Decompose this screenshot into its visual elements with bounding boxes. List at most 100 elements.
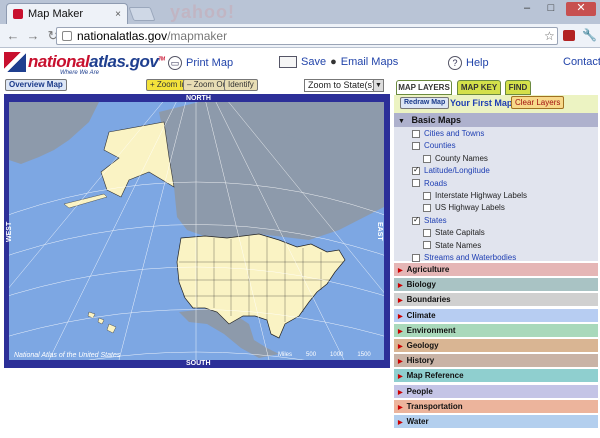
your-first-map-link[interactable]: Your First Map — [450, 98, 512, 108]
category-label: People — [406, 386, 433, 396]
category-people[interactable]: ▶ People — [394, 384, 598, 398]
help-link[interactable]: ? Help — [448, 56, 489, 70]
basic-maps-header[interactable]: ▼ Basic Maps — [394, 113, 598, 127]
redraw-map-button[interactable]: Redraw Map — [400, 97, 450, 109]
url-path: /mapmaker — [167, 29, 228, 43]
layer-label: County Names — [435, 153, 488, 163]
chevron-right-icon: ▶ — [398, 389, 403, 396]
layer-row[interactable]: State Names — [423, 241, 598, 253]
category-label: Geology — [406, 341, 439, 350]
address-bar[interactable]: nationalatlas.gov/mapmaker — [56, 27, 558, 45]
category-label: Map Reference — [406, 371, 464, 381]
layer-label[interactable]: Latitude/Longitude — [424, 166, 490, 175]
category-geology[interactable]: ▶ Geology — [394, 339, 598, 352]
contact-link[interactable]: Contact — [563, 56, 600, 68]
zoom-to-select[interactable]: Zoom to State(s) ▼ — [304, 79, 384, 92]
identify-button[interactable]: Identify — [224, 79, 258, 91]
category-history[interactable]: ▶ History — [394, 354, 598, 368]
layer-label[interactable]: Roads — [424, 179, 447, 188]
layer-label[interactable]: States — [424, 216, 447, 225]
close-window-button[interactable]: ✕ — [566, 2, 596, 16]
layer-checkbox[interactable] — [423, 191, 431, 200]
layer-row[interactable]: Interstate Highway Labels — [423, 191, 598, 203]
layer-label[interactable]: Streams and Waterbodies — [424, 253, 516, 262]
compass-west[interactable]: WEST — [6, 222, 13, 242]
clear-layers-button[interactable]: Clear Layers — [511, 96, 565, 109]
layer-row[interactable]: US Highway Labels — [423, 203, 598, 215]
chevron-right-icon: ▶ — [398, 344, 403, 350]
layer-row[interactable]: Roads — [412, 179, 598, 191]
tab-map-key[interactable]: MAP KEY — [457, 80, 501, 95]
category-climate[interactable]: ▶ Climate — [394, 308, 598, 322]
layer-label[interactable]: Counties — [424, 141, 456, 150]
favicon-icon — [13, 9, 23, 19]
forward-arrow-icon[interactable]: → — [26, 28, 40, 43]
layer-row[interactable]: States — [412, 215, 598, 228]
overview-map-button[interactable]: Overview Map — [5, 79, 67, 91]
layer-row[interactable]: Counties — [412, 141, 598, 153]
layer-label[interactable]: Cities and Towns — [424, 129, 484, 138]
category-label: Agriculture — [406, 265, 450, 274]
chevron-right-icon: ▶ — [398, 283, 403, 290]
maximize-button[interactable]: □ — [542, 2, 560, 16]
map-blank-area — [4, 369, 390, 435]
print-map-link[interactable]: ▭ Print Map — [168, 56, 233, 70]
compass-north[interactable]: NORTH — [186, 95, 211, 102]
category-agriculture[interactable]: ▶ Agriculture — [394, 263, 598, 276]
logo-wordmark: nationalatlas.govTM — [28, 52, 165, 71]
category-water[interactable]: ▶ Water — [394, 415, 598, 428]
save-email-link[interactable]: Save ● Email Maps — [279, 56, 398, 68]
url-domain: nationalatlas.gov — [77, 29, 168, 43]
chevron-right-icon: ▶ — [398, 298, 403, 305]
tab-find[interactable]: FIND — [505, 80, 531, 95]
chevron-down-icon: ▼ — [398, 118, 405, 125]
layer-checkbox[interactable] — [412, 165, 420, 176]
category-label: Water — [406, 417, 429, 426]
layer-checkbox[interactable] — [423, 204, 431, 213]
layer-checkbox[interactable] — [412, 215, 420, 225]
layer-row[interactable]: Cities and Towns — [412, 129, 598, 141]
tab-map-layers[interactable]: MAP LAYERS — [396, 80, 452, 95]
category-boundaries[interactable]: ▶ Boundaries — [394, 293, 598, 307]
category-label: Transportation — [406, 401, 463, 411]
chevron-down-icon: ▼ — [373, 80, 383, 91]
site-logo[interactable]: nationalatlas.govTM Where We Are — [4, 52, 165, 76]
wrench-menu-icon[interactable]: 🔧 — [582, 28, 597, 42]
tab-close-icon[interactable]: × — [115, 9, 121, 20]
chevron-right-icon: ▶ — [398, 328, 403, 335]
chevron-right-icon: ▶ — [398, 268, 403, 274]
layer-label: Interstate Highway Labels — [435, 190, 528, 200]
category-transportation[interactable]: ▶ Transportation — [394, 399, 598, 413]
layer-checkbox[interactable] — [412, 142, 420, 151]
category-biology[interactable]: ▶ Biology — [394, 278, 598, 292]
page-icon — [62, 31, 72, 41]
category-label: Biology — [406, 280, 436, 290]
layer-row[interactable]: State Capitals — [423, 228, 598, 240]
browser-tab[interactable]: Map Maker × — [6, 3, 128, 24]
category-label: Boundaries — [406, 295, 451, 305]
category-label: Climate — [406, 310, 436, 320]
map-canvas[interactable] — [9, 102, 384, 360]
chevron-right-icon: ▶ — [398, 420, 403, 426]
tab-title: Map Maker — [28, 8, 84, 20]
compass-east[interactable]: EAST — [376, 222, 383, 241]
logo-flag-icon — [4, 52, 26, 72]
layer-checkbox[interactable] — [412, 129, 420, 138]
layer-checkbox[interactable] — [423, 229, 431, 238]
compass-south[interactable]: SOUTH — [186, 360, 211, 367]
bookmark-star-icon[interactable]: ☆ — [544, 29, 555, 43]
layer-checkbox[interactable] — [423, 241, 431, 250]
category-environment[interactable]: ▶ Environment — [394, 323, 598, 337]
layer-checkbox[interactable] — [412, 253, 420, 262]
window-controls: – □ ✕ — [518, 2, 596, 16]
back-arrow-icon[interactable]: ← — [6, 28, 20, 43]
extension-icon[interactable] — [563, 30, 575, 41]
category-map-reference[interactable]: ▶ Map Reference — [394, 369, 598, 383]
layer-checkbox[interactable] — [423, 154, 431, 163]
background-ghost-logo: yahoo! — [170, 2, 236, 22]
layer-row[interactable]: County Names — [423, 154, 598, 166]
layer-row[interactable]: Latitude/Longitude — [412, 165, 598, 178]
minimize-button[interactable]: – — [518, 2, 536, 16]
layer-checkbox[interactable] — [412, 179, 420, 188]
new-tab-button[interactable] — [128, 7, 156, 21]
